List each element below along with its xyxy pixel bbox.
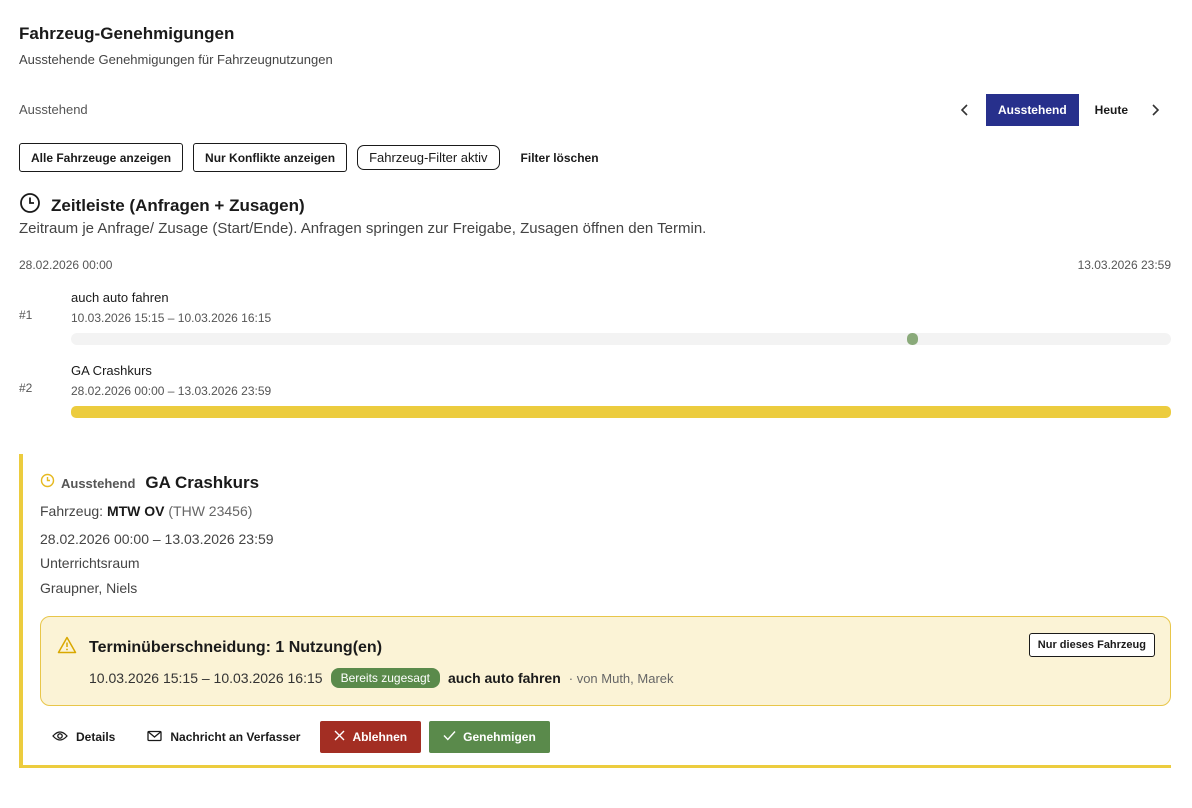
page-subtitle: Ausstehende Genehmigungen für Fahrzeugnu…	[19, 52, 333, 67]
vehicle-plate: (THW 23456)	[168, 503, 253, 519]
timeline-header: Zeitleiste (Anfragen + Zusagen)	[19, 192, 305, 219]
timeline-start-label: 28.02.2026 00:00	[19, 258, 113, 272]
conflict-box: Terminüberschneidung: 1 Nutzung(en) Nur …	[40, 616, 1171, 706]
details-label: Details	[76, 730, 116, 744]
details-button[interactable]: Details	[40, 721, 127, 753]
chevron-left-icon[interactable]	[950, 94, 980, 126]
conflict-item[interactable]: 10.03.2026 15:15 – 10.03.2026 16:15 Bere…	[89, 668, 674, 688]
timeline-row[interactable]: #1 auch auto fahren 10.03.2026 15:15 – 1…	[19, 288, 1171, 348]
timeline-bar[interactable]	[906, 333, 918, 345]
timeline-track	[71, 333, 1171, 345]
vehicle-name: MTW OV	[106, 503, 165, 519]
card-location: Unterrichtsraum	[40, 555, 140, 571]
timeline-row-index: #1	[19, 308, 33, 322]
approval-card: Ausstehend GA Crashkurs Fahrzeug: MTW OV…	[19, 454, 1171, 768]
mail-icon	[147, 730, 163, 745]
clear-filter-button[interactable]: Filter löschen	[510, 151, 610, 165]
timeline-row-name: auch auto fahren	[71, 290, 169, 305]
timeline-row-range: 10.03.2026 15:15 – 10.03.2026 16:15	[71, 311, 272, 325]
section-label: Ausstehend	[19, 102, 88, 117]
timeline-end-label: 13.03.2026 23:59	[1077, 258, 1171, 272]
message-author-label: Nachricht an Verfasser	[170, 730, 301, 744]
card-date-range: 28.02.2026 00:00 – 13.03.2026 23:59	[40, 531, 274, 547]
check-icon	[443, 730, 456, 744]
reject-button[interactable]: Ablehnen	[320, 721, 422, 753]
eye-icon	[52, 730, 68, 745]
only-this-vehicle-button[interactable]: Nur dieses Fahrzeug	[1028, 633, 1155, 657]
filter-bar: Alle Fahrzeuge anzeigen Nur Konflikte an…	[19, 143, 610, 172]
page-title: Fahrzeug-Genehmigungen	[19, 24, 235, 43]
show-all-vehicles-button[interactable]: Alle Fahrzeuge anzeigen	[19, 143, 184, 172]
chevron-right-icon[interactable]	[1140, 94, 1170, 126]
timeline-track	[71, 406, 1171, 418]
status-label: Ausstehend	[61, 475, 136, 491]
conflict-header: Terminüberschneidung: 1 Nutzung(en)	[57, 636, 382, 659]
vehicle-line: Fahrzeug: MTW OV (THW 23456)	[40, 503, 252, 519]
conflict-name: auch auto fahren	[447, 670, 561, 686]
conflict-title: Terminüberschneidung: 1 Nutzung(en)	[89, 638, 383, 656]
card-person: Graupner, Niels	[40, 580, 138, 596]
conflict-author: · von Muth, Marek	[568, 670, 674, 686]
period-nav: Ausstehend Heute	[950, 94, 1170, 126]
timeline-description: Zeitraum je Anfrage/ Zusage (Start/Ende)…	[19, 220, 707, 237]
card-title: GA Crashkurs	[145, 473, 260, 492]
card-actions: Details Nachricht an Verfasser Ablehnen …	[40, 721, 550, 753]
show-conflicts-only-button[interactable]: Nur Konflikte anzeigen	[193, 143, 348, 172]
vehicle-label: Fahrzeug:	[40, 503, 104, 519]
approve-label: Genehmigen	[463, 730, 536, 744]
reject-label: Ablehnen	[352, 730, 408, 744]
warning-icon	[57, 636, 77, 659]
message-author-button[interactable]: Nachricht an Verfasser	[135, 721, 312, 753]
status-badge: Bereits zugesagt	[330, 668, 440, 688]
clock-icon	[40, 473, 55, 493]
vehicle-filter-active-chip[interactable]: Fahrzeug-Filter aktiv	[357, 145, 500, 170]
timeline-title: Zeitleiste (Anfragen + Zusagen)	[51, 195, 305, 215]
card-header: Ausstehend GA Crashkurs	[40, 473, 259, 493]
today-button[interactable]: Heute	[1083, 94, 1140, 126]
timeline-bar[interactable]	[71, 406, 1171, 418]
clock-icon	[19, 192, 41, 219]
conflict-range: 10.03.2026 15:15 – 10.03.2026 16:15	[89, 670, 323, 686]
timeline-row-name: GA Crashkurs	[71, 363, 152, 378]
approve-button[interactable]: Genehmigen	[429, 721, 550, 753]
tab-ausstehend[interactable]: Ausstehend	[985, 94, 1079, 126]
timeline-row-index: #2	[19, 381, 33, 395]
close-icon	[334, 730, 345, 744]
timeline-row[interactable]: #2 GA Crashkurs 28.02.2026 00:00 – 13.03…	[19, 361, 1171, 421]
timeline-row-range: 28.02.2026 00:00 – 13.03.2026 23:59	[71, 384, 272, 398]
